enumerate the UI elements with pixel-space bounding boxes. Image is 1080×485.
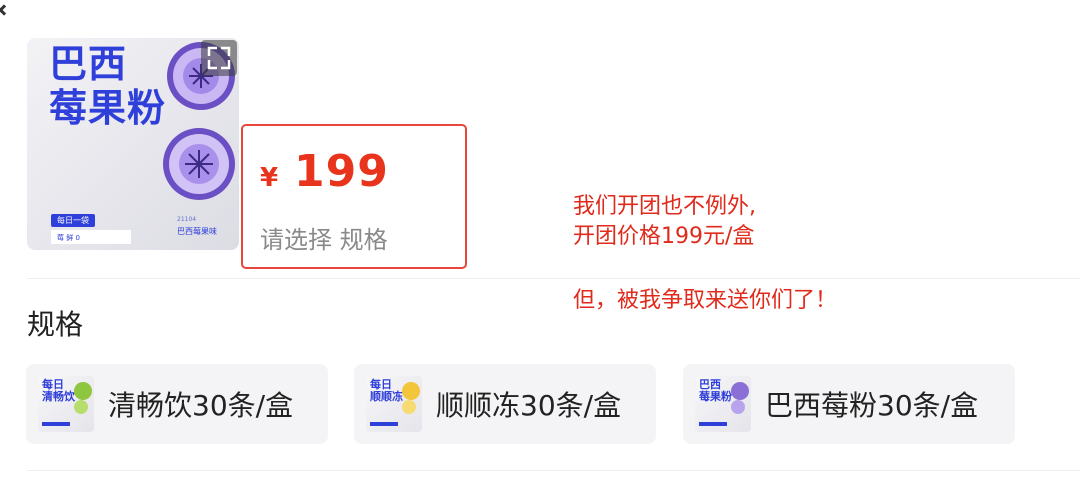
acai-slice-icon bbox=[163, 128, 235, 200]
spec-option-shunshundong[interactable]: 每日 顺顺冻 顺顺冻30条/盒 bbox=[354, 364, 656, 444]
kiwi-icon bbox=[74, 382, 92, 400]
thumb-title: 巴西 莓果粉 bbox=[699, 378, 732, 403]
price-currency: ¥ bbox=[260, 163, 279, 193]
annotation-line3: 但，被我争取来送你们了！ bbox=[573, 288, 838, 313]
spec-option-thumbnail: 巴西 莓果粉 bbox=[695, 376, 751, 432]
spec-option-label: 巴西莓粉30条/盒 bbox=[765, 389, 979, 422]
spec-option-label: 清畅饮30条/盒 bbox=[108, 389, 294, 422]
divider bbox=[27, 278, 1080, 279]
product-image-title-line1: 巴西 bbox=[49, 42, 128, 86]
annotation-line2: 开团价格199元/盒 bbox=[573, 224, 755, 249]
spec-select-hint: 请选择 规格 bbox=[260, 226, 388, 254]
thumb-strip bbox=[42, 422, 70, 426]
annotation-line1: 我们开团也不例外, bbox=[573, 194, 756, 219]
thumb-strip bbox=[370, 422, 398, 426]
product-image-strip-text: 莓 鲜 0 bbox=[57, 234, 80, 242]
kiwi-icon bbox=[74, 400, 88, 414]
product-image-brand: 巴西莓果味 bbox=[177, 227, 217, 236]
lemon-icon bbox=[402, 382, 420, 400]
thumb-title: 每日 顺顺冻 bbox=[370, 378, 403, 403]
back-chevron-icon[interactable] bbox=[0, 4, 10, 16]
spec-option-label: 顺顺冻30条/盒 bbox=[436, 389, 622, 422]
thumb-title: 每日 清畅饮 bbox=[42, 378, 75, 403]
expand-icon[interactable] bbox=[201, 40, 237, 76]
spec-option-qingchangyin[interactable]: 每日 清畅饮 清畅饮30条/盒 bbox=[26, 364, 328, 444]
product-image-title: 巴西 莓果粉 bbox=[49, 42, 166, 130]
price-value: 199 bbox=[294, 146, 389, 197]
product-image-title-line2: 莓果粉 bbox=[49, 86, 167, 130]
acai-slice-icon bbox=[731, 382, 749, 400]
product-image-code: 21104 bbox=[177, 216, 197, 223]
product-image-badge: 每日一袋 bbox=[51, 214, 95, 227]
lemon-icon bbox=[402, 400, 416, 414]
spec-option-baxi-meifen[interactable]: 巴西 莓果粉 巴西莓粉30条/盒 bbox=[683, 364, 1015, 444]
spec-option-thumbnail: 每日 顺顺冻 bbox=[366, 376, 422, 432]
expand-icon-glyph bbox=[207, 46, 231, 70]
spec-section-label: 规格 bbox=[27, 308, 84, 341]
divider bbox=[27, 470, 1080, 471]
product-image[interactable]: 巴西 莓果粉 21104 每日一袋 莓 鲜 0 巴西莓果味 bbox=[27, 38, 239, 250]
acai-slice-icon bbox=[731, 400, 745, 414]
thumb-strip bbox=[699, 422, 727, 426]
spec-option-thumbnail: 每日 清畅饮 bbox=[38, 376, 94, 432]
